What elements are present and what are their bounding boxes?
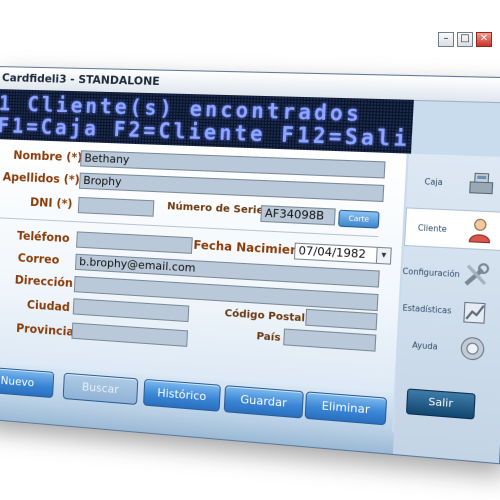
window-title: Cardfideli3 - STANDALONE (1, 71, 161, 89)
user-icon (463, 216, 498, 244)
close-icon[interactable]: ✕ (476, 32, 492, 47)
direccion-label: Dirección (14, 272, 74, 291)
minimize-icon[interactable]: – (438, 32, 454, 47)
sidebar-item-cliente[interactable]: Cliente (403, 207, 500, 252)
dni-field[interactable] (77, 196, 155, 217)
tools-icon (459, 261, 494, 289)
sidebar-item-label: Configuración (402, 265, 461, 279)
numero-serie-field[interactable]: AF34098B (260, 205, 336, 226)
sidebar-item-label: Ayuda (411, 339, 438, 352)
numero-serie-label: Número de Serie (166, 200, 264, 217)
sidebar-item-caja[interactable]: Caja (406, 162, 500, 203)
lifebuoy-icon (455, 335, 490, 363)
correo-label: Correo (17, 250, 60, 267)
provincia-label: Provincia (15, 320, 75, 339)
eliminar-button[interactable]: Eliminar (304, 391, 388, 426)
carte-button[interactable]: Carte (338, 209, 380, 229)
ciudad-field[interactable] (72, 298, 190, 323)
sidebar-item-label: Caja (424, 176, 444, 187)
cash-register-icon (464, 170, 499, 197)
apellidos-field[interactable]: Brophy (79, 172, 385, 203)
sidebar-item-label: Cliente (417, 222, 448, 234)
pais-field[interactable] (283, 328, 377, 352)
fecha-nacimiento-value: 07/04/1982 (298, 243, 367, 262)
sidebar-item-configuracion[interactable]: Configuración (402, 252, 500, 295)
nombre-label: Nombre (*) (13, 147, 83, 165)
carte-button-label: Carte (348, 214, 370, 224)
maximize-icon[interactable]: □ (457, 32, 473, 47)
pais-label: País (256, 330, 281, 345)
nuevo-button[interactable]: Nuevo (0, 366, 55, 399)
telefono-field[interactable] (76, 231, 193, 254)
historico-button[interactable]: Histórico (142, 378, 221, 412)
sidebar-item-label: Estadísticas (402, 302, 452, 316)
apellidos-label: Apellidos (*) (2, 169, 81, 187)
ciudad-label: Ciudad (26, 297, 71, 315)
guardar-button[interactable]: Guardar (223, 385, 304, 419)
codigo-postal-label: Código Postal (224, 307, 306, 325)
window-controls: – □ ✕ (438, 32, 492, 47)
client-form: Nombre (*) Bethany Apellidos (*) Brophy … (0, 139, 407, 394)
chevron-down-icon[interactable]: ▾ (375, 247, 391, 264)
fecha-nacimiento-select[interactable]: 07/04/1982 ▾ (293, 242, 392, 265)
codigo-postal-field[interactable] (305, 308, 378, 331)
sidebar-item-ayuda[interactable]: Ayuda (398, 325, 500, 369)
telefono-label: Teléfono (16, 228, 70, 246)
chart-icon (457, 298, 492, 326)
app-window: Cardfideli3 - STANDALONE 1 Cliente(s) en… (0, 66, 500, 465)
dni-label: DNI (*) (29, 194, 73, 211)
provincia-field[interactable] (71, 322, 189, 347)
buscar-button[interactable]: Buscar (62, 372, 139, 406)
salir-button[interactable]: Salir (405, 388, 476, 420)
